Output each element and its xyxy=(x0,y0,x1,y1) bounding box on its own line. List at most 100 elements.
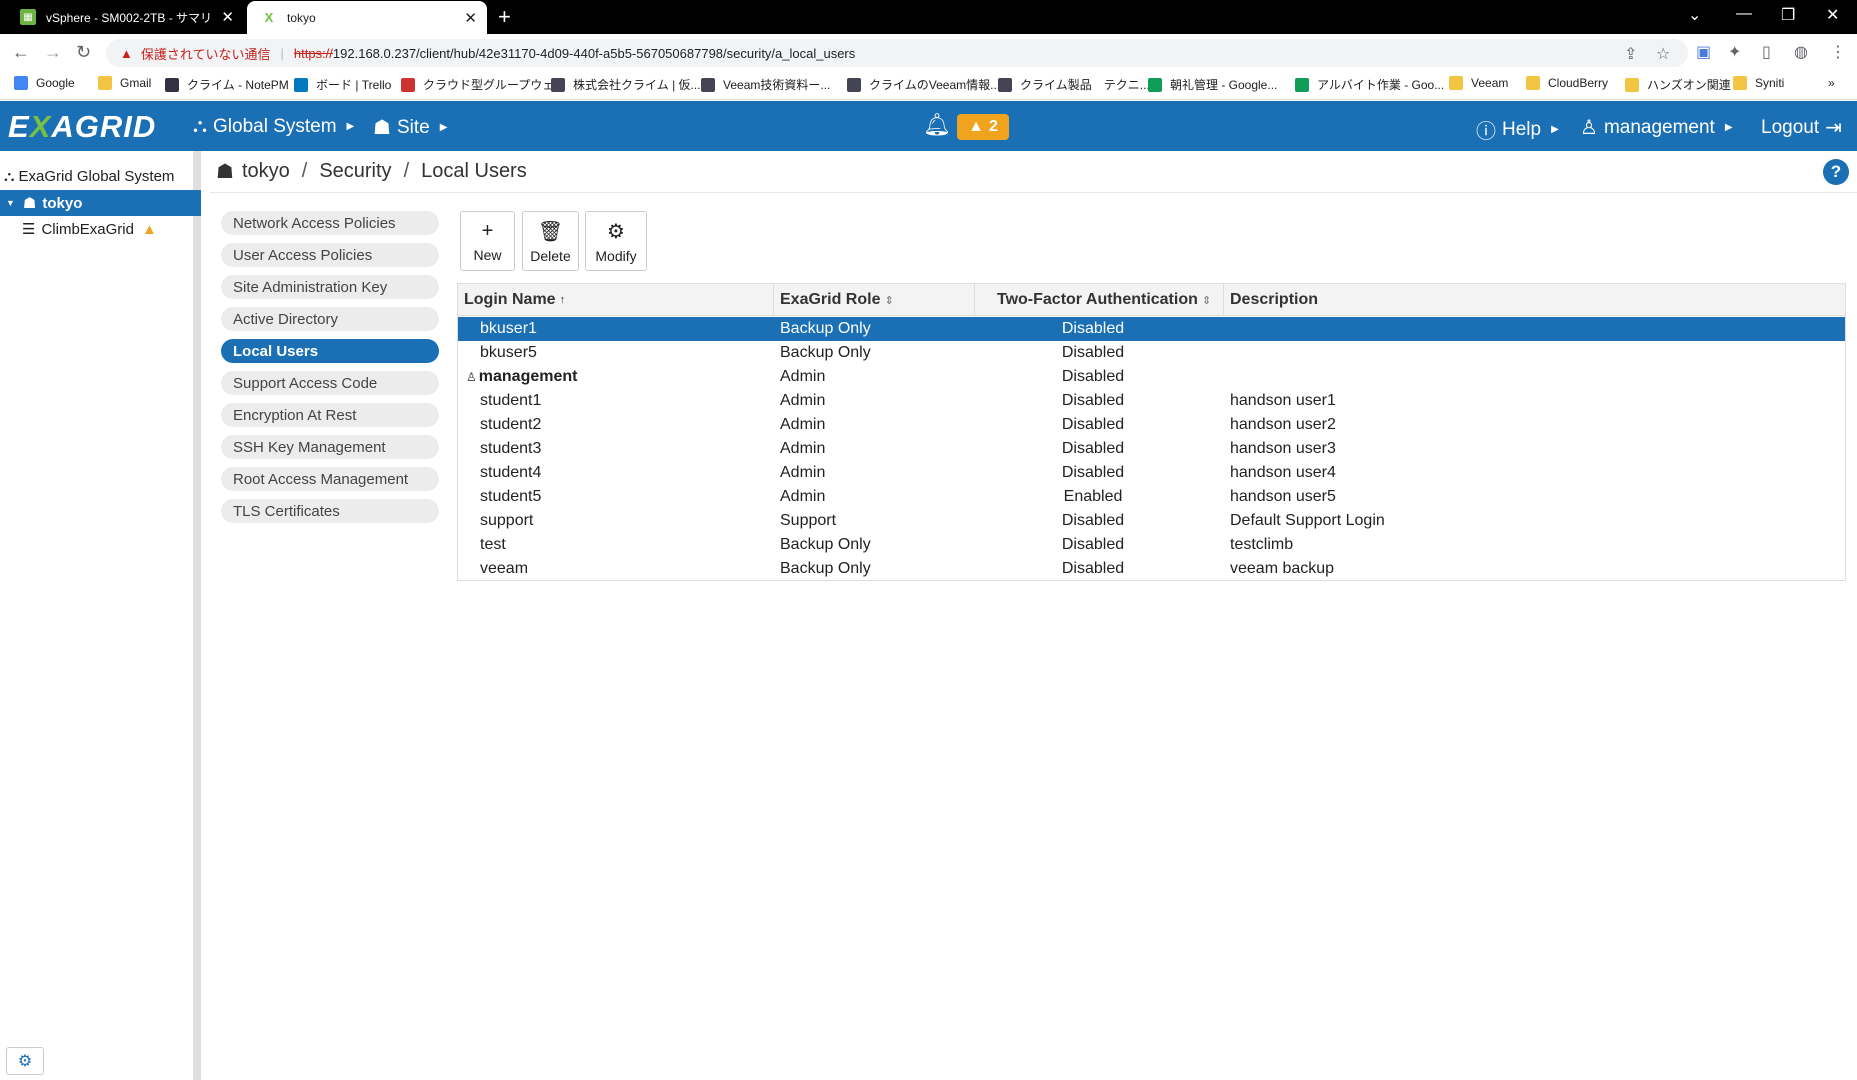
bookmark-item[interactable]: Google xyxy=(14,76,75,90)
global-system-icon: ⛬ xyxy=(193,115,207,137)
cell-text: Admin xyxy=(780,464,826,481)
breadcrumb-separator: / xyxy=(403,160,410,182)
table-row[interactable]: ♙ management Admin Disabled xyxy=(458,365,1845,389)
share-icon[interactable]: ⇪ xyxy=(1624,44,1637,64)
restore-icon[interactable]: ❐ xyxy=(1781,5,1795,25)
table-row[interactable]: student2 Admin Disabled handson user2 xyxy=(458,413,1845,437)
new-button[interactable]: + New xyxy=(460,211,515,271)
logout-button[interactable]: Logout ⇥ xyxy=(1761,115,1842,140)
bookmark-icon xyxy=(1148,77,1162,92)
submenu-item-support-access-code[interactable]: Support Access Code xyxy=(221,371,439,395)
bookmark-item[interactable]: Veeam技術資料ー... xyxy=(701,76,830,93)
page-help-icon[interactable]: ? xyxy=(1823,159,1849,185)
global-system-menu[interactable]: ⛬ Global System ▶ xyxy=(193,115,354,138)
bookmark-item[interactable]: 株式会社クライム | 仮... xyxy=(551,76,701,93)
submenu-item-active-directory[interactable]: Active Directory xyxy=(221,307,439,331)
tree-label: ExaGrid Global System xyxy=(18,167,175,185)
table-row[interactable]: veeam Backup Only Disabled veeam backup xyxy=(458,557,1845,581)
column-header-description[interactable]: Description xyxy=(1224,284,1845,316)
cell-role: Admin xyxy=(780,413,825,437)
tree-item-tokyo[interactable]: ▼ ☗ tokyo xyxy=(0,190,201,216)
url-text: 192.168.0.237/client/hub/42e31170-4d09-4… xyxy=(332,45,856,61)
column-header-two-factor[interactable]: Two-Factor Authentication ⇕ xyxy=(975,284,1224,316)
new-tab-icon[interactable]: + xyxy=(498,4,511,30)
table-row[interactable]: bkuser1 Backup Only Disabled xyxy=(458,317,1845,341)
address-bar[interactable]: ▲ 保護されていない通信 | https:// 192.168.0.237/cl… xyxy=(106,39,1688,67)
bookmark-item[interactable]: Veeam xyxy=(1449,76,1508,90)
table-row[interactable]: bkuser5 Backup Only Disabled xyxy=(458,341,1845,365)
close-tab-icon[interactable]: ✕ xyxy=(464,9,477,27)
modify-button[interactable]: ⚙ Modify xyxy=(585,211,647,271)
alert-count: 2 xyxy=(988,118,998,135)
bookmark-item[interactable]: クライムのVeeam情報... xyxy=(847,76,1000,93)
table-row[interactable]: test Backup Only Disabled testclimb xyxy=(458,533,1845,557)
tree-item-climbexagrid[interactable]: ☰ ClimbExaGrid ▲ xyxy=(0,216,201,242)
submenu-item-root-access-management[interactable]: Root Access Management xyxy=(221,467,439,491)
browser-tab-vsphere[interactable]: ▦ vSphere - SM002-2TB - サマリ ✕ xyxy=(0,0,244,34)
table-row[interactable]: support Support Disabled Default Support Lo… xyxy=(458,509,1845,533)
notification-bell-icon[interactable]: 🔔︎ xyxy=(923,112,951,138)
bookmark-star-icon[interactable]: ☆ xyxy=(1656,44,1670,64)
breadcrumb-separator: / xyxy=(301,160,308,182)
tab-search-icon[interactable]: ⌄ xyxy=(1688,5,1701,25)
submenu-item-network-access-policies[interactable]: Network Access Policies xyxy=(221,211,439,235)
cell-tfa: Enabled xyxy=(983,485,1203,509)
submenu-item-site-administration-key[interactable]: Site Administration Key xyxy=(221,275,439,299)
bookmark-item[interactable]: CloudBerry xyxy=(1526,76,1608,90)
breadcrumb-site[interactable]: tokyo xyxy=(242,160,290,183)
tree-settings-button[interactable]: ⚙ xyxy=(6,1047,44,1075)
window-close-icon[interactable]: ✕ xyxy=(1826,5,1839,25)
bookmark-item[interactable]: 朝礼管理 - Google... xyxy=(1148,76,1277,93)
cell-login: test xyxy=(480,533,506,557)
reload-icon[interactable]: ↻ xyxy=(76,42,91,63)
exagrid-logo[interactable]: EXAGRID xyxy=(8,109,156,145)
cell-text: bkuser1 xyxy=(480,320,537,337)
bookmark-item[interactable]: Syniti xyxy=(1733,76,1784,90)
submenu-item-encryption-at-rest[interactable]: Encryption At Rest xyxy=(221,403,439,427)
tree-item-global-system[interactable]: ⛬ ExaGrid Global System xyxy=(0,163,201,189)
cell-text: Backup Only xyxy=(780,560,871,577)
caret-down-icon[interactable]: ▼ xyxy=(6,198,15,208)
bookmarks-overflow-icon[interactable]: » xyxy=(1828,76,1835,90)
table-row[interactable]: student1 Admin Disabled handson user1 xyxy=(458,389,1845,413)
bookmark-icon xyxy=(1295,77,1309,92)
breadcrumb-section[interactable]: Security xyxy=(319,160,391,183)
submenu-item-ssh-key-management[interactable]: SSH Key Management xyxy=(221,435,439,459)
translate-icon[interactable]: ▣ xyxy=(1696,42,1711,62)
help-menu[interactable]: ⓘ Help ▶ xyxy=(1476,115,1559,144)
minimize-icon[interactable]: — xyxy=(1736,5,1752,23)
bookmark-item[interactable]: クライム - NotePM xyxy=(165,76,289,93)
gear-icon: ⚙ xyxy=(17,1053,33,1070)
extensions-icon[interactable]: ✦ xyxy=(1728,42,1741,62)
cell-role: Admin xyxy=(780,461,825,485)
bookmark-item[interactable]: クライム製品 テクニ... xyxy=(998,76,1150,93)
submenu-item-user-access-policies[interactable]: User Access Policies xyxy=(221,243,439,267)
cell-role: Admin xyxy=(780,365,825,389)
delete-button[interactable]: 🗑︎ Delete xyxy=(522,211,579,271)
browser-tab-tokyo[interactable]: X tokyo ✕ xyxy=(247,1,487,34)
cell-tfa: Disabled xyxy=(983,461,1203,485)
cell-tfa: Disabled xyxy=(983,557,1203,581)
table-row[interactable]: student3 Admin Disabled handson user3 xyxy=(458,437,1845,461)
close-tab-icon[interactable]: ✕ xyxy=(221,8,234,26)
bookmark-item[interactable]: ハンズオン関連 xyxy=(1625,76,1731,93)
bookmark-icon xyxy=(1625,77,1639,92)
bookmark-item[interactable]: アルバイト作業 - Goo... xyxy=(1295,76,1444,93)
bookmark-item[interactable]: ボード | Trello xyxy=(294,76,391,93)
column-header-login-name[interactable]: Login Name ↑ xyxy=(458,284,774,316)
table-row[interactable]: student4 Admin Disabled handson user4 xyxy=(458,461,1845,485)
submenu-item-local-users[interactable]: Local Users xyxy=(221,339,439,363)
site-menu[interactable]: ☗ Site ▶ xyxy=(373,115,447,140)
profile-icon[interactable]: ◍ xyxy=(1794,42,1808,62)
menu-icon[interactable]: ⋮ xyxy=(1830,42,1846,62)
alert-badge[interactable]: ▲ 2 xyxy=(957,114,1009,140)
side-panel-icon[interactable]: ▯ xyxy=(1762,42,1771,62)
column-header-role[interactable]: ExaGrid Role ⇕ xyxy=(774,284,975,316)
forward-icon[interactable]: → xyxy=(44,42,62,63)
bookmark-item[interactable]: Gmail xyxy=(98,76,151,90)
user-menu[interactable]: ♙ management ▶ xyxy=(1580,115,1733,140)
table-row[interactable]: student5 Admin Enabled handson user5 xyxy=(458,485,1845,509)
back-icon[interactable]: ← xyxy=(12,42,30,63)
submenu-item-tls-certificates[interactable]: TLS Certificates xyxy=(221,499,439,523)
bookmark-item[interactable]: クラウド型グループウェ... xyxy=(401,76,564,93)
